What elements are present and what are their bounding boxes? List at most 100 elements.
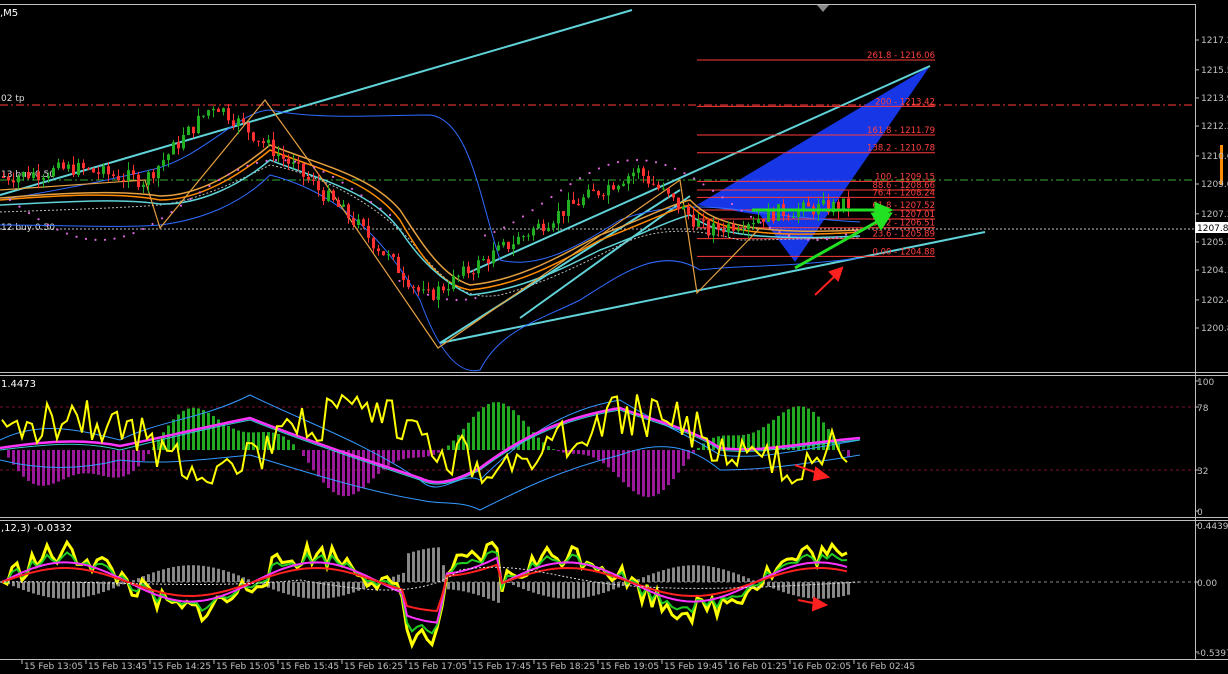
candle-body bbox=[97, 172, 100, 173]
rsi-hist-bar bbox=[502, 403, 505, 450]
candle-body bbox=[252, 132, 255, 140]
rsi-hist-bar bbox=[672, 450, 675, 479]
sar-dot bbox=[797, 237, 799, 239]
rsi-hist-bar bbox=[22, 450, 25, 477]
rsi-hist-bar bbox=[522, 421, 525, 450]
candle-body bbox=[427, 289, 430, 290]
candle-body bbox=[257, 141, 260, 142]
macd-hist-bar bbox=[282, 582, 285, 593]
sar-dot bbox=[284, 159, 286, 161]
macd-hist-bar bbox=[167, 568, 170, 582]
candle-body bbox=[62, 162, 65, 168]
rsi-hist-bar bbox=[777, 416, 780, 450]
price-tick-label: 1215.5 bbox=[1201, 66, 1228, 76]
macd-hist-bar bbox=[492, 582, 495, 601]
sar-dot bbox=[854, 230, 856, 232]
sar-dot bbox=[265, 160, 267, 162]
candle-body bbox=[522, 236, 525, 237]
rsi-hist-bar bbox=[37, 450, 40, 485]
macd-hist-bar bbox=[157, 571, 160, 582]
macd-hist-bar bbox=[642, 577, 645, 582]
candle-body bbox=[792, 217, 795, 218]
rsi-hist-bar bbox=[242, 432, 245, 450]
time-tick-label: 16 Feb 01:25 bbox=[728, 662, 787, 670]
macd-hist-bar bbox=[677, 567, 680, 582]
rsi-hist-bar bbox=[97, 450, 100, 475]
candle-body bbox=[227, 108, 230, 120]
macd-hist-bar bbox=[272, 582, 275, 590]
rsi-hist-bar bbox=[647, 450, 650, 497]
candle-body bbox=[182, 135, 185, 148]
rsi-hist-bar bbox=[67, 450, 70, 477]
sar-dot bbox=[645, 159, 647, 161]
sar-dot bbox=[455, 299, 457, 301]
macd-hist-bar bbox=[437, 547, 440, 582]
candle-body bbox=[27, 172, 30, 178]
price-tick-label: 1212.3 bbox=[1201, 122, 1228, 132]
candle-body bbox=[537, 224, 540, 229]
rsi-tick-label: 32 bbox=[1197, 467, 1208, 477]
candle-body bbox=[617, 186, 620, 190]
rsi-hist-bar bbox=[472, 417, 475, 450]
rsi-hist-bar bbox=[492, 402, 495, 450]
sar-dot bbox=[569, 183, 571, 185]
macd-hist-bar bbox=[537, 582, 540, 594]
macd-hist-bar bbox=[847, 582, 850, 595]
rsi-hist-bar bbox=[377, 450, 380, 474]
candle-body bbox=[162, 160, 165, 166]
candle-body bbox=[612, 185, 615, 189]
candle-body bbox=[467, 267, 470, 274]
candle-body bbox=[307, 177, 310, 180]
time-tick-label: 16 Feb 02:45 bbox=[856, 662, 915, 670]
macd-hist-bar bbox=[292, 582, 295, 596]
macd-hist-bar bbox=[207, 567, 210, 582]
macd-hist-bar bbox=[457, 582, 460, 590]
candle-body bbox=[167, 154, 170, 160]
candle-body bbox=[492, 250, 495, 263]
sar-dot bbox=[693, 177, 695, 179]
rsi-hist-bar bbox=[667, 450, 670, 485]
sar-dot bbox=[151, 223, 153, 225]
sar-dot bbox=[161, 217, 163, 219]
candle-body bbox=[667, 188, 670, 193]
time-tick-label: 15 Feb 13:45 bbox=[88, 662, 147, 670]
macd-hist-bar bbox=[727, 571, 730, 582]
candle-body bbox=[577, 204, 580, 205]
macd-hist-bar bbox=[827, 582, 830, 598]
macd-hist-bar bbox=[37, 582, 40, 595]
sar-dot bbox=[446, 298, 448, 300]
fib-level-label: 0.00 - 1204.88 bbox=[872, 247, 935, 257]
macd-hist-bar bbox=[402, 573, 405, 582]
sar-dot bbox=[531, 209, 533, 211]
fib-level-label: 23.6 - 1205.89 bbox=[872, 230, 935, 240]
candle-body bbox=[302, 164, 305, 177]
macd-hist-bar bbox=[747, 578, 750, 582]
sar-dot bbox=[56, 229, 58, 231]
sar-dot bbox=[18, 206, 20, 208]
macd-hist-bar bbox=[462, 582, 465, 591]
candle-body bbox=[192, 127, 195, 133]
rsi-hist-bar bbox=[227, 426, 230, 450]
candle-body bbox=[207, 110, 210, 115]
macd-hist-bar bbox=[197, 565, 200, 582]
macd-hist-bar bbox=[527, 582, 530, 591]
candle-body bbox=[787, 216, 790, 217]
macd-hist-bar bbox=[672, 567, 675, 582]
time-tick-label: 15 Feb 14:25 bbox=[152, 662, 211, 670]
candle-body bbox=[52, 168, 55, 176]
rsi-hist-bar bbox=[342, 450, 345, 496]
rsi-hist-bar bbox=[747, 434, 750, 450]
time-tick-label: 15 Feb 19:05 bbox=[600, 662, 659, 670]
sar-dot bbox=[655, 161, 657, 163]
macd-hist-bar bbox=[837, 582, 840, 597]
macd-hist-bar bbox=[92, 582, 95, 595]
candle-body bbox=[82, 163, 85, 168]
macd-hist-bar bbox=[217, 569, 220, 582]
candle-body bbox=[807, 202, 810, 206]
rsi-hist-bar bbox=[57, 450, 60, 482]
macd-hist-bar bbox=[317, 582, 320, 599]
rsi-hist-bar bbox=[232, 429, 235, 450]
macd-hist-bar bbox=[347, 582, 350, 594]
candle-body bbox=[437, 287, 440, 300]
candle-body bbox=[402, 273, 405, 280]
